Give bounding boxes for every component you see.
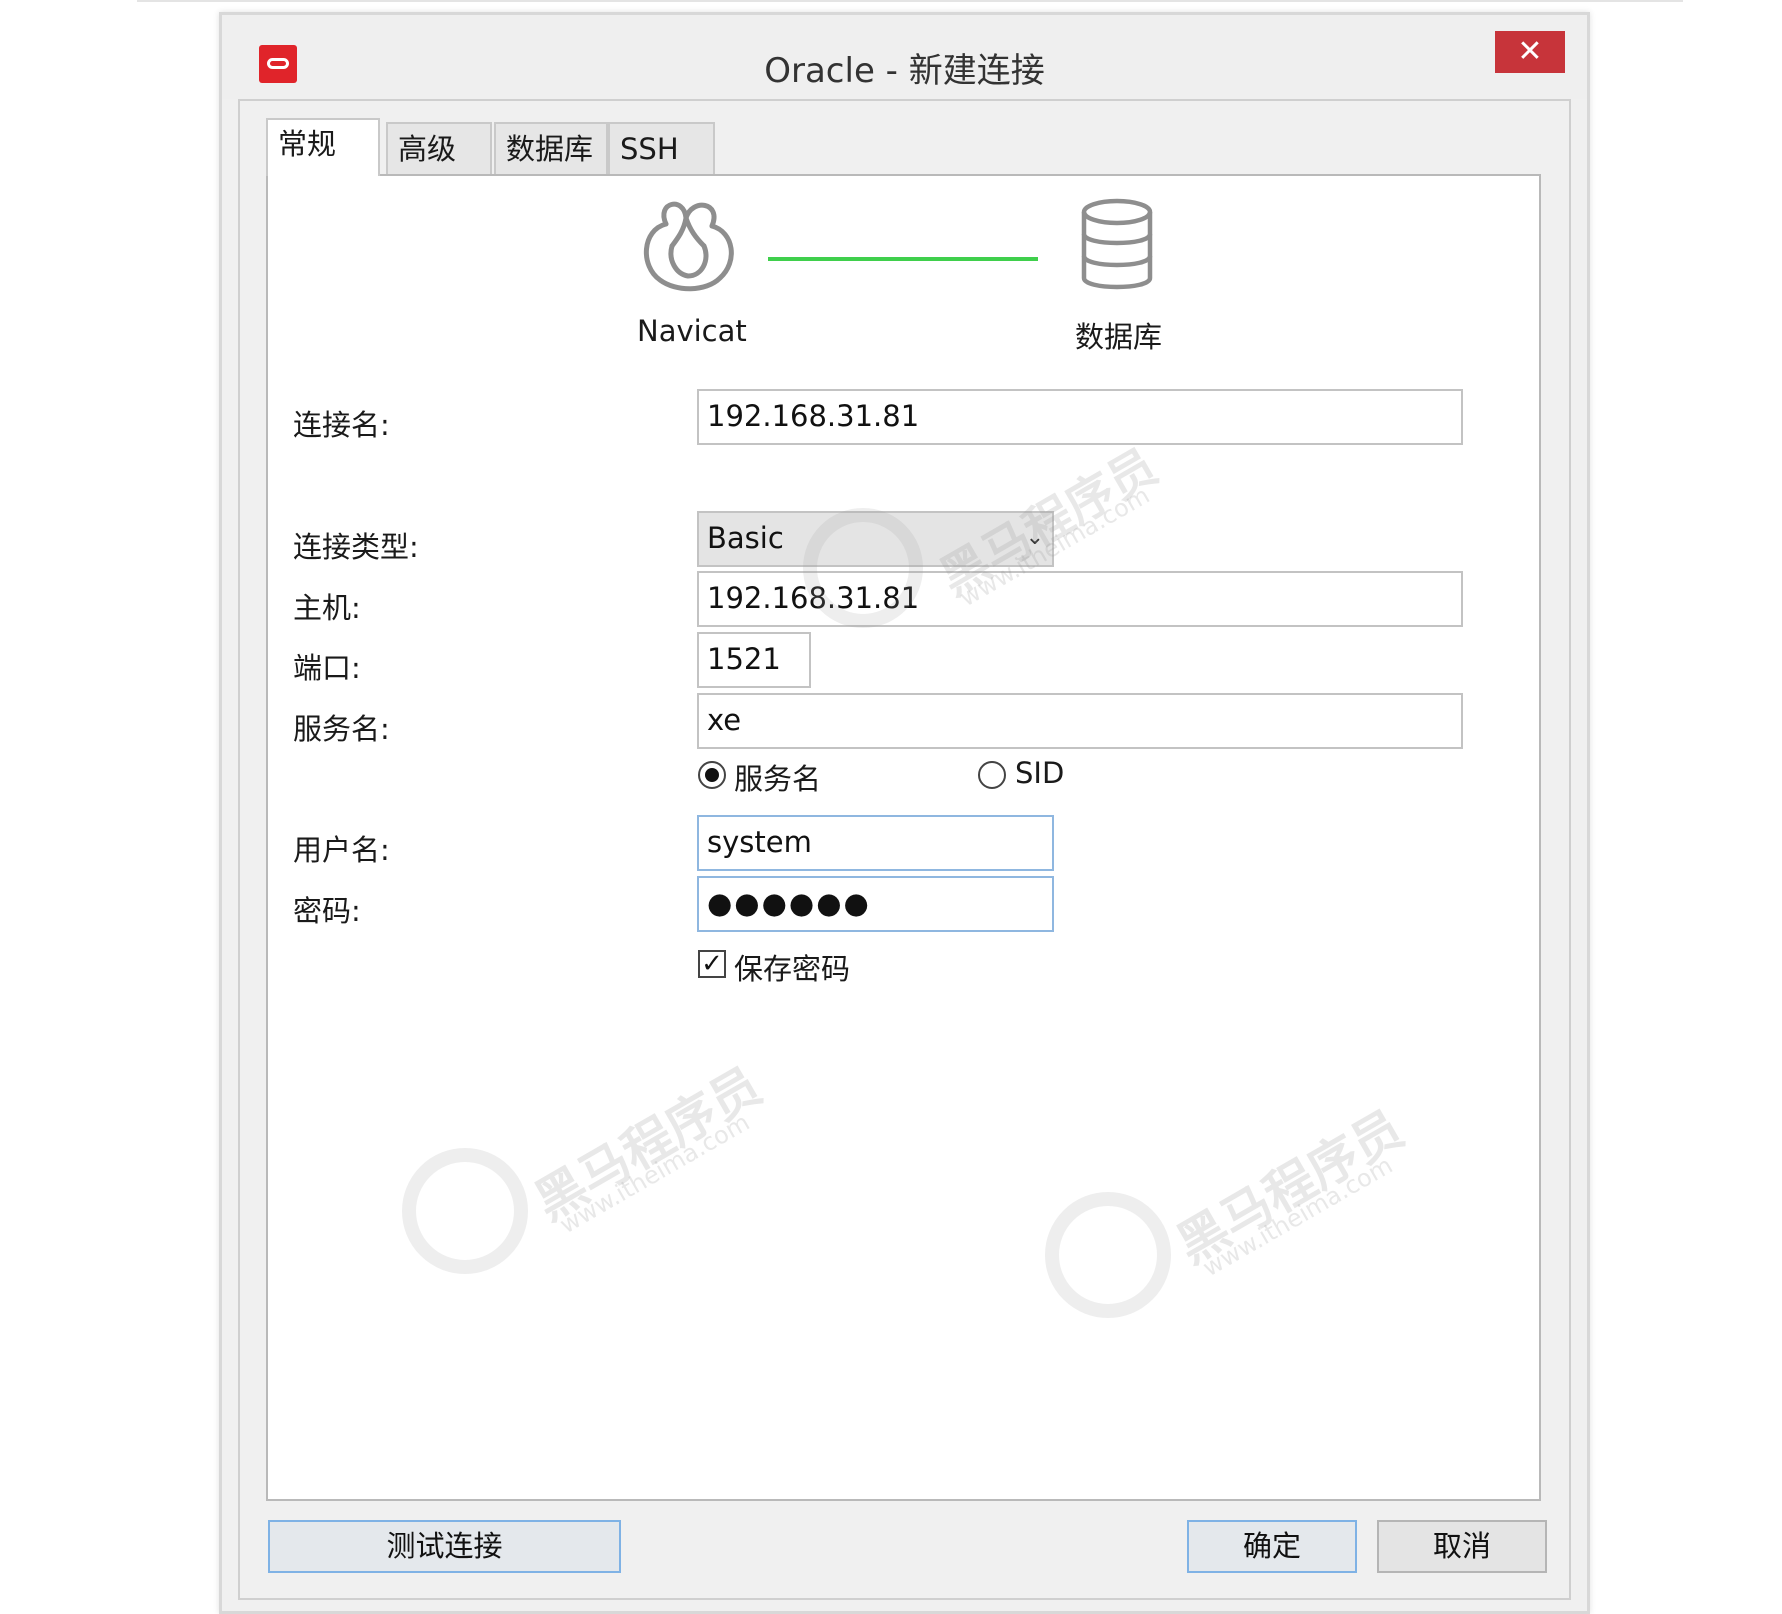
save-password-checkbox[interactable]: ✓ [698, 950, 726, 978]
database-label: 数据库 [1075, 320, 1163, 354]
save-password-label: 保存密码 [734, 952, 851, 986]
page-top-rule [137, 0, 1683, 2]
title-bar: Oracle - 新建连接 ✕ [222, 15, 1587, 99]
navicat-icon [644, 201, 734, 292]
connection-line [768, 257, 1038, 261]
navicat-label: Navicat [637, 314, 747, 348]
username-label: 用户名: [293, 833, 390, 867]
watermark-logo [803, 508, 923, 628]
database-icon [1081, 198, 1153, 290]
tab-general[interactable]: 常规 [266, 118, 380, 176]
connection-type-label: 连接类型: [293, 530, 419, 564]
connection-name-label: 连接名: [293, 408, 390, 442]
password-input[interactable]: ●●●●●● [697, 876, 1054, 932]
radio-sid-label: SID [1015, 756, 1065, 790]
tab-database[interactable]: 数据库 [494, 122, 608, 174]
connection-name-input[interactable]: 192.168.31.81 [697, 389, 1463, 445]
tab-advanced[interactable]: 高级 [386, 122, 492, 174]
cancel-button[interactable]: 取消 [1377, 1520, 1547, 1573]
tab-ssh[interactable]: SSH [608, 122, 715, 174]
service-name-label: 服务名: [293, 712, 390, 746]
password-label: 密码: [293, 894, 361, 928]
watermark-logo [402, 1148, 528, 1274]
radio-sid[interactable] [978, 761, 1006, 789]
ok-button[interactable]: 确定 [1187, 1520, 1357, 1573]
watermark-logo [1045, 1192, 1171, 1318]
radio-service-name-label: 服务名 [734, 762, 822, 796]
service-name-input[interactable]: xe [697, 693, 1463, 749]
port-input[interactable]: 1521 [697, 632, 811, 688]
close-button[interactable]: ✕ [1495, 31, 1565, 73]
host-label: 主机: [293, 591, 361, 625]
test-connection-button[interactable]: 测试连接 [268, 1520, 621, 1573]
window-title: Oracle - 新建连接 [764, 51, 1045, 91]
radio-service-name[interactable] [698, 761, 726, 789]
port-label: 端口: [293, 651, 361, 685]
connection-type-value: Basic [707, 521, 784, 555]
username-input[interactable]: system [697, 815, 1054, 871]
